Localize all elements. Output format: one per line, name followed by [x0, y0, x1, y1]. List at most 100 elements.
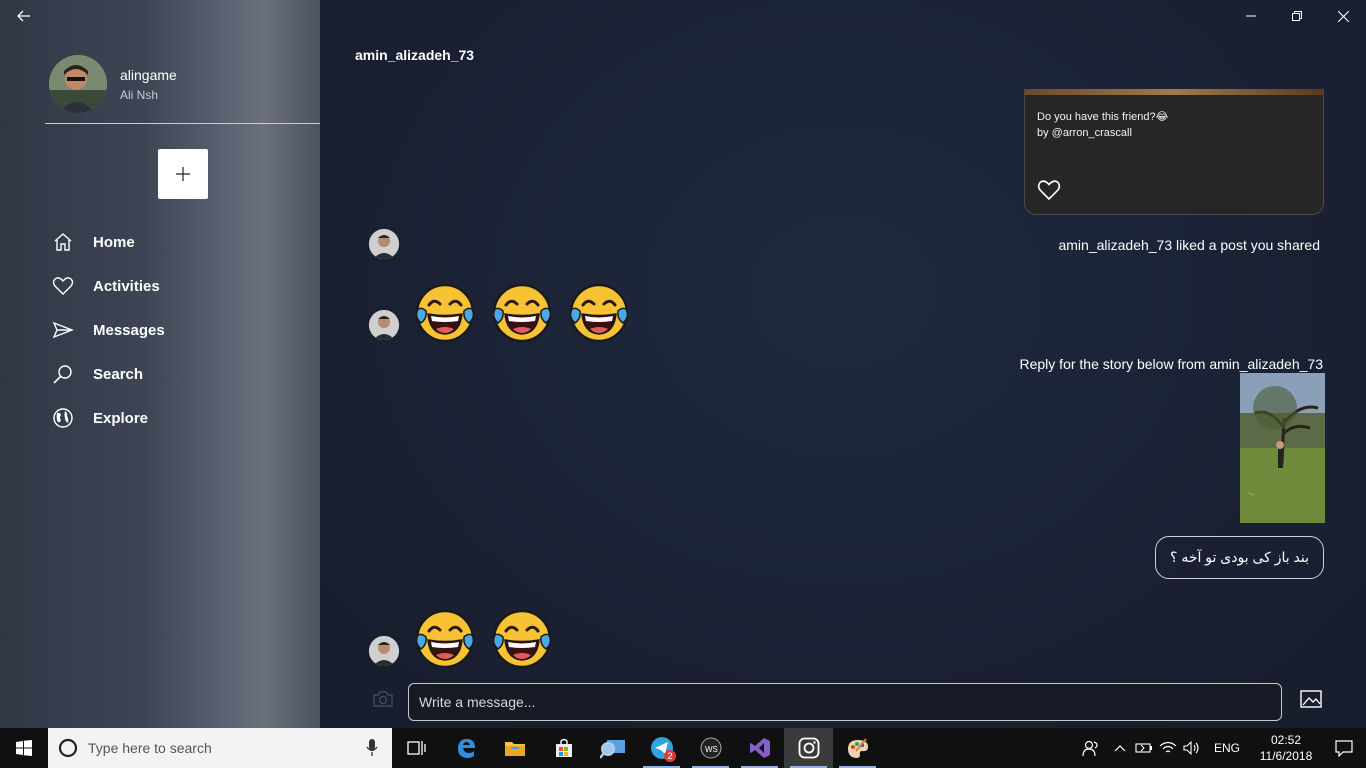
taskbar-apps: 2 WS: [392, 728, 882, 768]
taskbar-search[interactable]: Type here to search: [48, 728, 392, 768]
emoji-message: [415, 609, 552, 669]
home-icon: [50, 229, 76, 255]
conversation-title: amin_alizadeh_73: [355, 47, 475, 63]
instagram-icon: [798, 737, 819, 759]
shared-post-caption: Do you have this friend?😂 by @arron_cras…: [1037, 111, 1169, 139]
sidebar-nav: Home Activities Messages Search Explore: [50, 220, 165, 440]
svg-text:WS: WS: [705, 745, 718, 754]
camera-icon: [373, 691, 393, 707]
magnifier-icon: [599, 740, 625, 759]
avatar: [49, 55, 107, 113]
shared-post-image: [1025, 89, 1323, 95]
globe-icon: [50, 405, 76, 431]
chevron-up-icon: [1114, 745, 1126, 752]
restore-icon: [1292, 11, 1302, 21]
clock-time: 02:52: [1270, 733, 1302, 747]
clock[interactable]: 02:52 11/6/2018: [1250, 732, 1322, 764]
back-button[interactable]: [12, 5, 36, 27]
emoji-message: [415, 283, 629, 343]
close-icon: [1337, 10, 1349, 22]
store-app[interactable]: [539, 728, 588, 768]
profile-header[interactable]: alingame Ali Nsh: [45, 53, 320, 124]
file-explorer-app[interactable]: [490, 728, 539, 768]
nav-label: Search: [93, 365, 144, 383]
microphone-icon[interactable]: [366, 739, 378, 757]
people-icon: [1082, 740, 1098, 757]
nav-label: Home: [93, 233, 135, 251]
sender-avatar[interactable]: [369, 229, 399, 259]
tears-of-joy-emoji: [492, 283, 552, 343]
nav-item-messages[interactable]: Messages: [50, 308, 165, 352]
tears-of-joy-emoji: [415, 609, 475, 669]
nav-item-home[interactable]: Home: [50, 220, 165, 264]
search-icon: [50, 361, 76, 387]
webstorm-icon: WS: [700, 737, 721, 759]
taskbar-search-placeholder: Type here to search: [88, 740, 212, 756]
new-post-button[interactable]: [158, 149, 208, 199]
attach-image-button[interactable]: [1300, 690, 1324, 710]
profile-full-name: Ali Nsh: [120, 88, 159, 102]
like-notification: amin_alizadeh_73 liked a post you shared: [1058, 237, 1320, 253]
tears-of-joy-emoji: [492, 609, 552, 669]
edge-icon: [457, 739, 475, 758]
nav-item-search[interactable]: Search: [50, 352, 165, 396]
image-icon: [1300, 690, 1322, 708]
nav-label: Activities: [93, 277, 160, 295]
magnifier-app[interactable]: [588, 728, 637, 768]
show-hidden-icons-button[interactable]: [1108, 728, 1132, 768]
clock-date: 11/6/2018: [1259, 749, 1313, 763]
minimize-button[interactable]: [1228, 0, 1274, 32]
tears-of-joy-emoji: [569, 283, 629, 343]
conversation-pane: amin_alizadeh_73 Do you have this friend…: [320, 0, 1366, 728]
message-input[interactable]: [419, 694, 1271, 710]
restore-button[interactable]: [1274, 0, 1320, 32]
nav-label: Explore: [93, 409, 149, 427]
telegram-app[interactable]: 2: [637, 728, 686, 768]
heart-icon: [50, 273, 76, 299]
shared-post-card[interactable]: Do you have this friend?😂 by @arron_cras…: [1024, 89, 1324, 215]
message-composer[interactable]: [408, 683, 1282, 721]
send-icon: [50, 317, 76, 343]
speaker-icon: [1183, 741, 1199, 755]
story-thumbnail[interactable]: ...: [1240, 373, 1325, 523]
instagram-app[interactable]: [784, 728, 833, 768]
paint-icon: [847, 738, 868, 758]
minimize-icon: [1246, 15, 1256, 17]
windows-icon: [16, 740, 32, 756]
battery-icon: [1135, 743, 1152, 753]
start-button[interactable]: [0, 728, 48, 768]
sender-avatar[interactable]: [369, 310, 399, 340]
paint-app[interactable]: [833, 728, 882, 768]
network-button[interactable]: [1156, 728, 1180, 768]
outgoing-message[interactable]: بند باز کی بودی تو آخه ؟: [1155, 536, 1324, 579]
action-center-button[interactable]: [1322, 728, 1366, 768]
webstorm-app[interactable]: WS: [686, 728, 735, 768]
heart-icon: [1037, 180, 1061, 201]
visual-studio-app[interactable]: [735, 728, 784, 768]
task-view-icon: [406, 741, 426, 755]
cortana-icon: [58, 738, 78, 758]
sender-avatar[interactable]: [369, 636, 399, 666]
taskbar: Type here to search 2 WS ENG 02:52 11/6/…: [0, 728, 1366, 768]
nav-label: Messages: [93, 321, 165, 339]
system-tray: ENG 02:52 11/6/2018: [1074, 728, 1366, 768]
tears-of-joy-emoji: [415, 283, 475, 343]
power-button[interactable]: [1132, 728, 1156, 768]
nav-item-activities[interactable]: Activities: [50, 264, 165, 308]
edge-app[interactable]: [441, 728, 490, 768]
profile-username: alingame: [120, 67, 177, 83]
telegram-badge: 2: [664, 750, 676, 762]
store-icon: [555, 738, 572, 757]
plus-icon: [176, 167, 190, 181]
people-button[interactable]: [1074, 728, 1108, 768]
camera-button[interactable]: [372, 690, 394, 710]
task-view-button[interactable]: [392, 728, 441, 768]
nav-item-explore[interactable]: Explore: [50, 396, 165, 440]
input-language[interactable]: ENG: [1204, 741, 1250, 755]
like-button[interactable]: [1037, 179, 1063, 203]
arrow-left-icon: [17, 10, 30, 22]
story-reply-note: Reply for the story below from amin_aliz…: [1019, 356, 1324, 372]
volume-button[interactable]: [1180, 728, 1204, 768]
notification-icon: [1335, 740, 1353, 757]
close-button[interactable]: [1320, 0, 1366, 32]
